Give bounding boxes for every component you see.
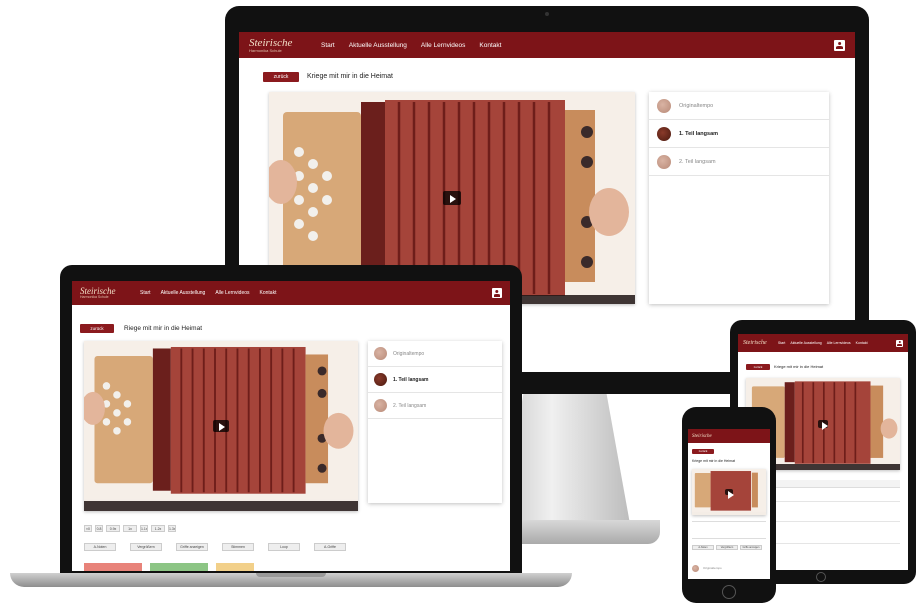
song-title: Kriege mit mir in die Heimat (774, 364, 824, 369)
nav-start[interactable]: Start (778, 341, 785, 345)
play-icon[interactable] (818, 420, 828, 430)
thumbnail (374, 399, 387, 412)
list-item[interactable]: 1. Teil langsam (649, 120, 829, 148)
list-item[interactable]: 2. Teil langsam (649, 148, 829, 176)
video-player[interactable] (84, 341, 358, 511)
site-logo[interactable]: Steirische (743, 340, 773, 346)
phone-controls (692, 521, 766, 539)
nav-current[interactable]: Aktuelle Ausstellung (161, 290, 206, 296)
site-logo[interactable]: Steirische Harmonika Schule (249, 37, 307, 53)
nav-start[interactable]: Start (140, 290, 151, 296)
thumbnail (657, 98, 671, 113)
chip-voices[interactable]: Stimmen (222, 543, 254, 551)
nav-videos[interactable]: Alle Lernvideos (827, 341, 851, 345)
speed-option[interactable]: ×0 (84, 525, 92, 532)
playlist-card: Originaltempo 1. Teil langsam 2. Teil la… (649, 92, 829, 304)
song-title: Kriege mit mir in die Heimat (307, 73, 393, 80)
section-button-yellow[interactable] (216, 563, 254, 571)
play-icon[interactable] (213, 420, 229, 432)
speed-option[interactable]: 1x (123, 525, 137, 532)
nav-bar: Steirische Start Aktuelle Ausstellung Al… (738, 334, 908, 352)
tablet-home-button (816, 572, 826, 582)
play-icon[interactable] (725, 489, 735, 499)
video-controls[interactable] (84, 501, 358, 511)
site-logo[interactable]: Steirische Harmonika Schule (80, 286, 130, 300)
laptop: Steirische Harmonika Schule Start Aktuell… (60, 265, 522, 573)
phone-chips: A-Noten Vergrößern Griffe anzeigen (692, 545, 762, 550)
monitor-camera (545, 12, 549, 16)
speed-option[interactable]: 1.2x (151, 525, 165, 532)
list-item[interactable]: Originaltempo (692, 563, 766, 573)
chip-grips[interactable]: Griffe anzeigen (176, 543, 208, 551)
thumbnail (657, 126, 671, 141)
laptop-screen: Steirische Harmonika Schule Start Aktuell… (72, 281, 510, 571)
nav-contact[interactable]: Kontakt (479, 42, 501, 49)
chip-notes[interactable]: A-Noten (84, 543, 116, 551)
back-button[interactable]: zurück (80, 324, 114, 333)
video-player[interactable] (692, 469, 766, 515)
section-button-red[interactable] (84, 563, 142, 571)
back-button[interactable]: zurück (263, 72, 299, 82)
song-title: Kriege mit mir in die Heimat (692, 459, 735, 463)
speed-option[interactable]: 0.9x (106, 525, 120, 532)
nav-contact[interactable]: Kontakt (856, 341, 868, 345)
site-logo[interactable]: Steirische (692, 434, 712, 439)
speed-option[interactable]: 0.8 (95, 525, 103, 532)
list-item[interactable]: Originaltempo (649, 92, 829, 120)
laptop-notch (256, 573, 326, 577)
list-item[interactable]: 1. Teil langsam (368, 367, 502, 393)
back-button[interactable]: zurück (746, 364, 770, 370)
chip-grips[interactable]: Griffe anzeigen (740, 545, 762, 550)
nav-bar: Steirische (688, 429, 770, 443)
phone-screen: Steirische zurück Kriege mit mir in die … (688, 429, 770, 579)
playlist-card: Originaltempo 1. Teil langsam 2. Teil la… (368, 341, 502, 503)
speed-controls: ×0 0.8 0.9x 1x 1.1x 1.2x 1.3x (84, 525, 176, 532)
nav-bar: Steirische Harmonika Schule Start Aktuell… (72, 281, 510, 305)
chip-notes[interactable]: A-Noten (692, 545, 714, 550)
chip-zoom[interactable]: Vergrößern (716, 545, 738, 550)
list-item[interactable]: Originaltempo (368, 341, 502, 367)
phone-home-button (722, 585, 736, 599)
thumbnail (657, 154, 671, 169)
chip-grip-chart[interactable]: A-Griffe (314, 543, 346, 551)
section-button-green[interactable] (150, 563, 208, 571)
nav-contact[interactable]: Kontakt (260, 290, 277, 296)
list-item[interactable]: 2. Teil langsam (368, 393, 502, 419)
speed-option[interactable]: 1.3x (168, 525, 176, 532)
speed-option[interactable]: 1.1x (140, 525, 148, 532)
nav-videos[interactable]: Alle Lernvideos (421, 42, 465, 49)
user-icon[interactable] (896, 339, 903, 347)
nav-videos[interactable]: Alle Lernvideos (215, 290, 249, 296)
play-icon[interactable] (443, 191, 461, 205)
phone: Steirische zurück Kriege mit mir in die … (682, 407, 776, 603)
chip-loop[interactable]: Loop (268, 543, 300, 551)
nav-current[interactable]: Aktuelle Ausstellung (349, 42, 407, 49)
thumbnail (374, 373, 387, 386)
user-icon[interactable] (834, 39, 845, 51)
option-chips: A-Noten Vergrößern Griffe anzeigen Stimm… (84, 543, 346, 551)
nav-start[interactable]: Start (321, 42, 335, 49)
chip-zoom[interactable]: Vergrößern (130, 543, 162, 551)
back-button[interactable]: zurück (692, 449, 714, 454)
thumbnail (692, 564, 699, 572)
thumbnail (374, 347, 387, 360)
user-icon[interactable] (492, 288, 502, 298)
song-title: Riege mit mir in die Heimat (124, 325, 203, 332)
nav-bar: Steirische Harmonika Schule Start Aktuell… (239, 32, 855, 58)
nav-current[interactable]: Aktuelle Ausstellung (790, 341, 821, 345)
